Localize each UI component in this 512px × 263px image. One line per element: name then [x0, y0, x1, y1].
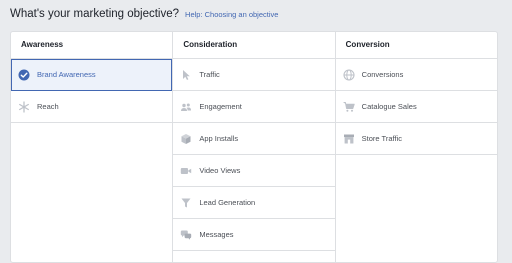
- store-icon: [343, 133, 355, 145]
- objective-video-views[interactable]: Video Views: [173, 155, 335, 187]
- objective-label: App Installs: [199, 134, 239, 143]
- funnel-icon: [180, 197, 192, 209]
- objective-app-installs[interactable]: App Installs: [173, 123, 335, 155]
- objective-panel: Awareness Brand Awareness Reach Consider…: [10, 31, 498, 263]
- objective-header: What's your marketing objective? Help: C…: [10, 8, 278, 24]
- chat-bubbles-icon: [180, 229, 192, 241]
- shopping-cart-icon: [343, 101, 355, 113]
- objective-lead-generation[interactable]: Lead Generation: [173, 187, 335, 219]
- asterisk-icon: [18, 100, 30, 113]
- column-header-awareness: Awareness: [11, 32, 173, 59]
- column-header-consideration: Consideration: [173, 32, 335, 59]
- cube-icon: [180, 133, 192, 145]
- objective-label: Reach: [37, 102, 59, 111]
- objective-label: Conversions: [361, 70, 404, 79]
- objective-store-traffic[interactable]: Store Traffic: [335, 123, 497, 155]
- objective-label: Video Views: [199, 166, 241, 175]
- objective-label: Lead Generation: [199, 198, 256, 207]
- objective-brand-awareness[interactable]: Brand Awareness: [11, 59, 173, 91]
- check-circle-icon: [18, 69, 30, 81]
- objective-label: Brand Awareness: [37, 70, 96, 79]
- objective-label: Engagement: [199, 102, 242, 111]
- objective-label: Store Traffic: [361, 134, 402, 143]
- column-header-conversion: Conversion: [335, 32, 497, 59]
- page-title: What's your marketing objective?: [10, 8, 180, 20]
- people-icon: [180, 101, 192, 113]
- column-conversion: Conversion Conversions Catalogue Sales S…: [335, 32, 497, 262]
- objective-reach[interactable]: Reach: [11, 91, 173, 123]
- objective-label: Traffic: [199, 70, 220, 79]
- objective-catalogue-sales[interactable]: Catalogue Sales: [335, 91, 497, 123]
- objective-label: Messages: [199, 230, 234, 239]
- globe-icon: [343, 68, 355, 81]
- objective-messages[interactable]: Messages: [173, 219, 335, 251]
- objective-label: Catalogue Sales: [361, 102, 417, 111]
- video-camera-icon: [180, 165, 192, 177]
- column-awareness: Awareness Brand Awareness Reach: [11, 32, 174, 262]
- help-link[interactable]: Help: Choosing an objective: [185, 10, 278, 19]
- objective-conversions[interactable]: Conversions: [335, 59, 497, 91]
- column-consideration: Consideration Traffic Engagement App Ins…: [173, 32, 336, 262]
- objective-traffic[interactable]: Traffic: [173, 59, 335, 91]
- cursor-icon: [180, 69, 192, 81]
- objective-engagement[interactable]: Engagement: [173, 91, 335, 123]
